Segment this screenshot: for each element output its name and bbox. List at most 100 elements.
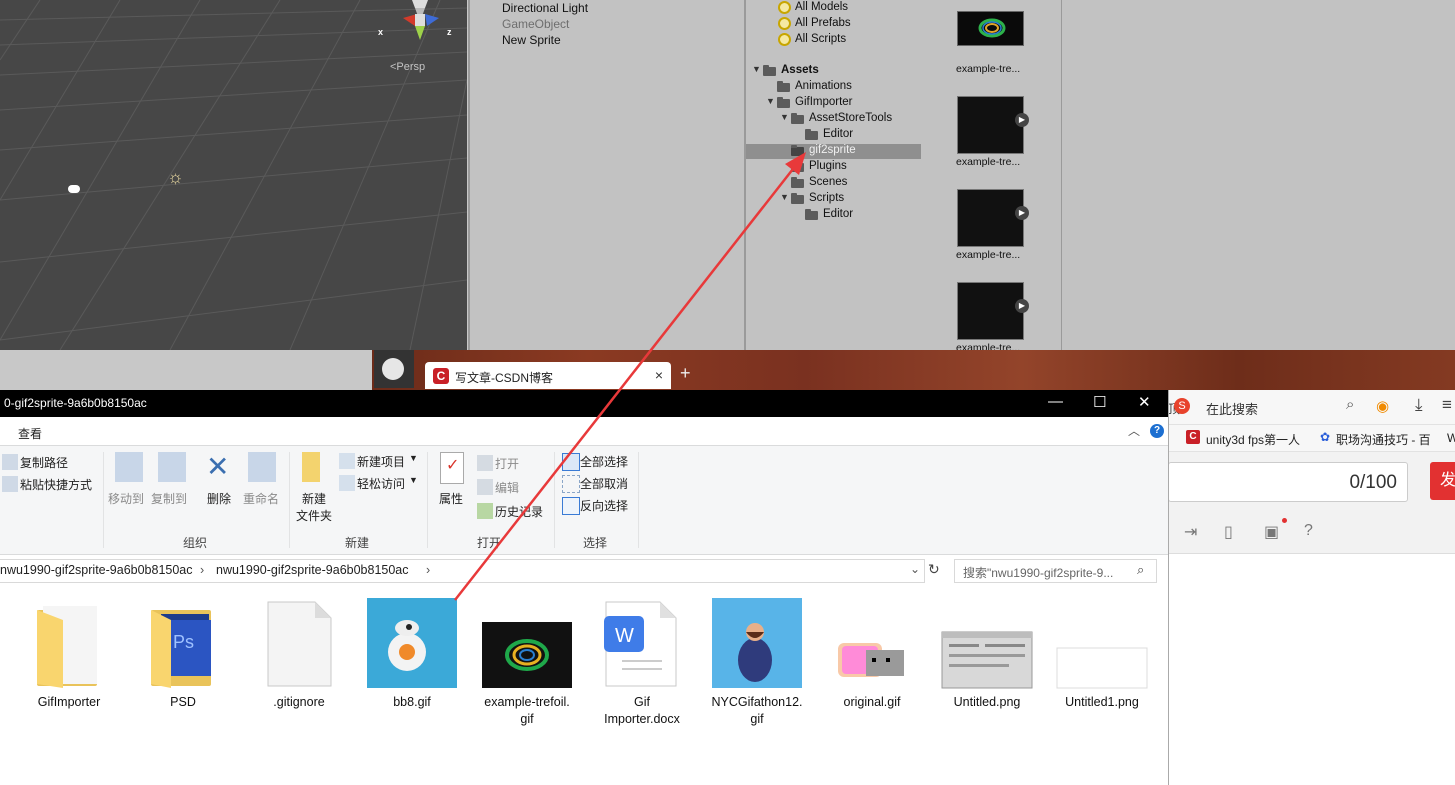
paste-shortcut-button[interactable]: 粘贴快捷方式 (20, 476, 92, 493)
breadcrumb-item[interactable]: nwu1990-gif2sprite-9a6b0b8150ac (216, 563, 409, 577)
search-box[interactable]: 搜索"nwu1990-gif2sprite-9... ⌕ (954, 559, 1157, 583)
file-name: Gif Importer.docx (604, 695, 680, 726)
play-icon[interactable]: ▶ (1015, 206, 1029, 220)
bookmark-item[interactable]: 职场沟通技巧 - 百 (1336, 431, 1431, 448)
minimize-icon[interactable]: — (1048, 393, 1063, 410)
title-bar[interactable]: 0-gif2sprite-9a6b0b8150ac — ☐ ✕ (0, 390, 1168, 417)
breadcrumb-item[interactable]: nwu1990-gif2sprite-9a6b0b8150ac (0, 563, 193, 577)
delete-button[interactable]: 删除 (207, 490, 231, 507)
new-folder-button-line2[interactable]: 文件夹 (296, 507, 332, 524)
invert-selection-button[interactable]: 反向选择 (580, 497, 628, 514)
expand-arrow-icon[interactable]: ▼ (752, 64, 761, 74)
select-all-icon (562, 453, 580, 471)
title-input[interactable]: 0/100 (1168, 462, 1408, 502)
new-tab-button[interactable]: + (680, 363, 691, 384)
search-placeholder[interactable]: 在此搜索 (1206, 399, 1258, 418)
tree-item-editor[interactable]: Editor (746, 208, 922, 223)
play-icon[interactable]: ▶ (1015, 299, 1029, 313)
move-to-button[interactable]: 移动到 (108, 490, 144, 507)
hierarchy-item[interactable]: Directional Light (502, 1, 588, 15)
file-item-psd[interactable]: Ps PSD (127, 598, 239, 709)
easy-access-button[interactable]: 轻松访问 (357, 475, 405, 492)
tree-item-assets[interactable]: ▼ Assets (746, 64, 922, 79)
tree-item-gifimporter[interactable]: ▼ GifImporter (746, 96, 922, 111)
expand-arrow-icon[interactable]: ▼ (780, 112, 789, 122)
bookmark-item[interactable]: unity3d fps第一人 (1206, 431, 1300, 448)
dropdown-icon[interactable]: ▼ (409, 475, 418, 485)
file-item-original[interactable]: original.gif (816, 598, 928, 709)
tree-item-scripts[interactable]: ▼ Scripts (746, 192, 922, 207)
tab-view[interactable]: 查看 (18, 425, 42, 442)
open-button[interactable]: 打开 (495, 455, 519, 472)
tree-item-scenes[interactable]: Scenes (746, 176, 922, 191)
export-icon[interactable]: ⇥ (1184, 522, 1197, 542)
history-button[interactable]: 历史记录 (495, 503, 543, 520)
tree-item-animations[interactable]: Animations (746, 80, 922, 95)
help-icon[interactable]: ? (1304, 522, 1313, 540)
new-item-button[interactable]: 新建项目 (357, 453, 405, 470)
history-dropdown-icon[interactable]: ⌄ (910, 562, 920, 576)
select-all-button[interactable]: 全部选择 (580, 453, 628, 470)
favorite-all-scripts[interactable]: All Scripts (746, 33, 922, 48)
address-bar[interactable]: nwu1990-gif2sprite-9a6b0b8150ac › nwu199… (0, 559, 925, 583)
file-item-docx[interactable]: W Gif Importer.docx (586, 598, 698, 726)
browser-tab[interactable]: C 写文章-CSDN博客 × (425, 362, 671, 389)
refresh-icon[interactable]: ↻ (928, 561, 940, 578)
expand-arrow-icon[interactable]: ▼ (766, 96, 775, 106)
collapse-ribbon-icon[interactable]: ︿ (1128, 422, 1140, 439)
file-item-trefoil[interactable]: example-trefoil. gif (471, 598, 583, 726)
close-tab-icon[interactable]: × (655, 367, 663, 383)
rename-button[interactable]: 重命名 (243, 490, 279, 507)
close-icon[interactable]: ✕ (1138, 393, 1151, 411)
light-icon[interactable]: ☼ (167, 167, 184, 188)
maximize-icon[interactable]: ☐ (1093, 393, 1106, 411)
favorite-all-prefabs[interactable]: All Prefabs (746, 17, 922, 32)
persp-toggle[interactable]: <Persp (390, 61, 425, 73)
tree-item-editor[interactable]: Editor (746, 128, 922, 143)
tree-item-gif2sprite[interactable]: gif2sprite (746, 144, 922, 159)
save-icon[interactable]: ▣ (1264, 522, 1279, 542)
tree-item-plugins[interactable]: Plugins (746, 160, 922, 175)
file-item-nycgifathon[interactable]: NYCGifathon12. gif (701, 598, 813, 726)
hierarchy-item[interactable]: GameObject (502, 17, 569, 31)
asset-thumbnail[interactable] (957, 189, 1024, 247)
select-none-button[interactable]: 全部取消 (580, 475, 628, 492)
new-folder-button-line1[interactable]: 新建 (302, 490, 326, 507)
sogou-icon[interactable]: S (1174, 398, 1190, 414)
edit-button[interactable]: 编辑 (495, 479, 519, 496)
asset-label: example-tre... (956, 156, 1021, 168)
copy-to-button[interactable]: 复制到 (151, 490, 187, 507)
tree-item-assetstoretools[interactable]: ▼ AssetStoreTools (746, 112, 922, 127)
properties-icon: ✓ (440, 452, 464, 484)
avatar[interactable] (374, 350, 414, 388)
asset-thumbnail[interactable] (957, 11, 1024, 46)
document-icon[interactable]: ▯ (1224, 522, 1233, 542)
help-icon[interactable]: ? (1150, 424, 1164, 438)
game-icon[interactable]: ◉ (1376, 397, 1389, 415)
play-icon[interactable]: ▶ (1015, 113, 1029, 127)
file-item-untitled1[interactable]: Untitled1.png (1046, 598, 1158, 709)
editor-header: 0/100 发 ⇥ ▯ ▣ ? (1168, 452, 1455, 554)
menu-icon[interactable]: ≡ (1442, 395, 1452, 415)
search-icon[interactable]: ⌕ (1346, 396, 1354, 413)
hierarchy-panel: Directional Light GameObject New Sprite (468, 0, 744, 350)
copy-path-button[interactable]: 复制路径 (20, 454, 68, 471)
dropdown-icon[interactable]: ▼ (409, 453, 418, 463)
file-item-gifimporter[interactable]: GifImporter (13, 598, 125, 709)
asset-thumbnail[interactable] (957, 282, 1024, 340)
camera-icon[interactable] (68, 185, 80, 193)
favorite-all-models[interactable]: All Models (746, 1, 922, 16)
properties-button[interactable]: 属性 (439, 490, 463, 507)
scene-gizmo[interactable] (385, 0, 455, 45)
expand-arrow-icon[interactable]: ▼ (780, 192, 789, 202)
file-item-bb8[interactable]: bb8.gif (356, 598, 468, 709)
hierarchy-item[interactable]: New Sprite (502, 33, 561, 47)
asset-thumbnail[interactable] (957, 96, 1024, 154)
file-item-gitignore[interactable]: .gitignore (243, 598, 355, 709)
search-input[interactable]: 搜索"nwu1990-gif2sprite-9... (963, 564, 1113, 581)
download-icon[interactable]: ⤓ (1415, 395, 1423, 415)
scene-view[interactable]: x z <Persp ☼ (0, 0, 467, 350)
publish-button[interactable]: 发 (1430, 462, 1455, 500)
file-item-untitled[interactable]: Untitled.png (931, 598, 1043, 709)
search-icon (778, 1, 791, 14)
